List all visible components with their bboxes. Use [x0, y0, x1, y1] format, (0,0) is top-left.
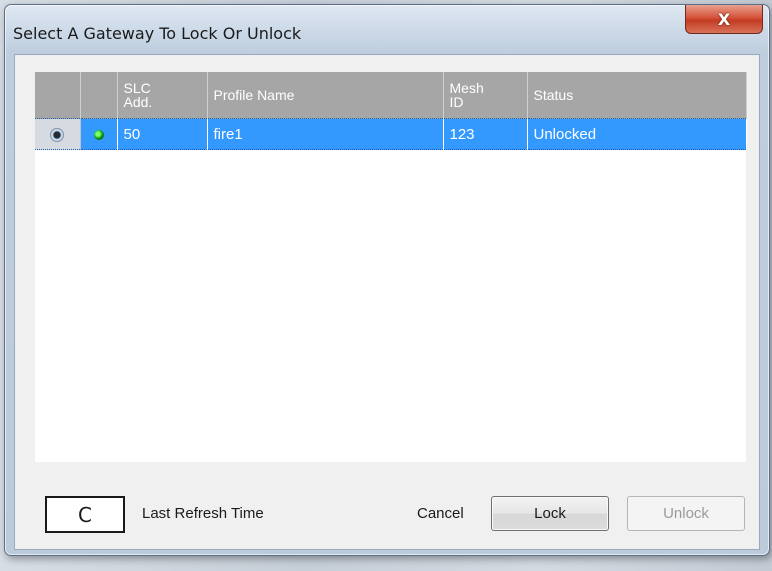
dialog-client-area: SLC Add. Profile Name Mesh ID Status 50 … — [14, 54, 760, 550]
green-dot-icon — [93, 129, 104, 140]
gateway-table: SLC Add. Profile Name Mesh ID Status 50 … — [35, 72, 747, 150]
last-refresh-label: Last Refresh Time — [142, 505, 264, 522]
lock-button[interactable]: Lock — [491, 496, 609, 531]
cell-profile-name[interactable]: fire1 — [207, 118, 444, 150]
refresh-icon: C — [78, 502, 92, 527]
close-icon: X — [717, 9, 731, 29]
gateway-dialog: Select A Gateway To Lock Or Unlock X SLC… — [4, 4, 770, 556]
profile-name-header-label: Profile Name — [213, 87, 295, 103]
unlock-button[interactable]: Unlock — [627, 496, 745, 531]
title-bar: Select A Gateway To Lock Or Unlock X — [5, 5, 769, 55]
slc-add-header-label: SLC Add. — [123, 80, 153, 110]
close-button[interactable]: X — [685, 5, 763, 34]
cancel-button[interactable]: Cancel — [417, 505, 464, 522]
column-header-slc-add[interactable]: SLC Add. — [117, 72, 208, 119]
radio-selected-icon[interactable] — [50, 127, 65, 142]
cell-slc-add[interactable]: 50 — [117, 118, 208, 150]
dialog-title: Select A Gateway To Lock Or Unlock — [13, 24, 302, 43]
cell-status[interactable]: Unlocked — [527, 118, 747, 150]
row-indicator-cell — [80, 118, 118, 150]
column-header-profile-name[interactable]: Profile Name — [207, 72, 444, 119]
refresh-button[interactable]: C — [45, 496, 125, 533]
mesh-id-header-label: Mesh ID — [449, 80, 484, 110]
cell-mesh-id[interactable]: 123 — [443, 118, 528, 150]
column-header-mesh-id[interactable]: Mesh ID — [443, 72, 528, 119]
column-header-indicator[interactable] — [80, 72, 118, 119]
column-header-select[interactable] — [35, 72, 81, 119]
status-header-label: Status — [533, 87, 574, 103]
gateway-grid: SLC Add. Profile Name Mesh ID Status 50 … — [35, 72, 747, 462]
table-row[interactable]: 50 fire1 123 Unlocked — [35, 118, 747, 150]
table-header-row: SLC Add. Profile Name Mesh ID Status — [35, 72, 747, 119]
row-select-cell[interactable] — [35, 118, 81, 150]
column-header-status[interactable]: Status — [527, 72, 747, 119]
